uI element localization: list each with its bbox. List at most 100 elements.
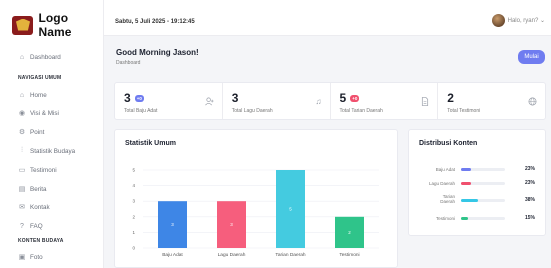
sidebar-item-label: Visi & Misi: [30, 109, 59, 117]
stats-row: 3 +0 Total Baju Adat 3 Total Lagu Daerah…: [114, 82, 546, 120]
home-icon: ⌂: [19, 91, 25, 99]
news-icon: ▤: [18, 186, 26, 193]
home-icon: ⌂: [19, 53, 25, 61]
chat-icon: ▭: [18, 167, 26, 174]
sidebar-item-testimoni[interactable]: ▭ Testimoni: [18, 166, 57, 175]
top-header: Sabtu, 5 Juli 2025 - 19:12:45 Halo, ryan…: [104, 0, 551, 36]
distribution-row: Lagu Daerah 23%: [409, 179, 545, 189]
y-tick-label: 2: [132, 214, 135, 219]
distribution-row: Baju Adat 23%: [409, 165, 545, 175]
distribution-percent: 38%: [524, 197, 535, 203]
user-greeting: Halo, ryan? ⌄: [507, 18, 545, 24]
bar-chart: 0123453Baju Adat3Lagu Daerah5Tarian Daer…: [132, 168, 379, 258]
sidebar-item-label: Dashboard: [30, 53, 61, 61]
sidebar-item-berita[interactable]: ▤ Berita: [18, 185, 47, 194]
stat-label: Total Testimoni: [447, 108, 481, 114]
stat-value: 3: [232, 91, 239, 105]
chart-icon: ⫶: [21, 147, 23, 154]
question-icon: ?: [20, 222, 24, 230]
page-title: Good Morning Jason!: [116, 48, 199, 57]
stat-value: 3 +0: [124, 91, 144, 105]
x-tick-label: Lagu Daerah: [218, 252, 246, 258]
distribusi-konten-card: Distribusi Konten Baju Adat 23% Lagu Dae…: [408, 129, 546, 236]
stat-value: 2: [447, 91, 454, 105]
logo-emblem-icon: [12, 15, 34, 35]
distribution-fill: [461, 217, 468, 220]
sidebar-item-faq[interactable]: ? FAQ: [18, 222, 43, 230]
user-menu[interactable]: Halo, ryan? ⌄: [491, 14, 545, 27]
distribution-fill: [461, 168, 472, 171]
stat-card-tarian-daerah: 5 +0 Total Tarian Daerah: [331, 83, 439, 119]
y-tick-label: 1: [132, 230, 135, 235]
sidebar-item-kontak[interactable]: ✉ Kontak: [18, 203, 50, 212]
distribution-label: Lagu Daerah: [428, 181, 455, 186]
stat-number: 3: [231, 91, 239, 105]
y-tick-label: 5: [132, 168, 135, 173]
statistik-umum-card: Statistik Umum 0 1 2 3 4 5 3 Baju Adat 3 Lagu Dae…: [114, 129, 398, 268]
mail-icon: ✉: [19, 204, 25, 211]
distribution-bar: [461, 168, 505, 171]
globe-icon: [528, 97, 537, 108]
sidebar-item-foto[interactable]: ▣ Foto: [18, 253, 43, 262]
distribution-fill: [461, 199, 478, 202]
user-plus-icon: [204, 97, 214, 108]
avatar: [491, 14, 505, 27]
stat-value: 5 +0: [340, 91, 360, 105]
breadcrumb: Dashboard: [116, 60, 141, 66]
music-icon: ♫: [315, 97, 322, 106]
stat-card-lagu-daerah: 3 Total Lagu Daerah ♫: [223, 83, 331, 119]
stat-badge: +0: [134, 94, 144, 102]
y-tick-label: 4: [132, 183, 135, 188]
section-navigasi-umum: NAVIGASI UMUM: [18, 75, 62, 81]
stat-number: 2: [447, 91, 454, 105]
stat-number: 3: [124, 91, 131, 105]
stat-label: Total Baju Adat: [124, 108, 158, 114]
logo[interactable]: Logo Name: [12, 11, 103, 39]
y-tick-label: 0: [132, 246, 135, 251]
sidebar-item-label: Foto: [30, 253, 43, 261]
sidebar: Logo Name ⌂ Dashboard NAVIGASI UMUM ⌂ Ho…: [0, 0, 104, 268]
stat-label: Total Lagu Daerah: [231, 108, 273, 114]
distribution-bar: [461, 199, 505, 202]
gear-icon: ⚙: [18, 129, 26, 136]
sidebar-item-label: Statistik Budaya: [30, 147, 76, 155]
sidebar-item-label: Kontak: [30, 203, 50, 211]
sidebar-item-visi-misi[interactable]: ◉ Visi & Misi: [18, 109, 59, 118]
sidebar-item-point[interactable]: ⚙ Point: [18, 128, 45, 137]
distribution-row: Testimoni 15%: [409, 214, 545, 224]
sidebar-item-label: Home: [30, 91, 47, 99]
sidebar-item-label: Testimoni: [30, 166, 57, 174]
sidebar-item-label: FAQ: [30, 222, 43, 230]
distribution-fill: [461, 182, 472, 185]
sidebar-item-statistik-budaya[interactable]: ⫶ Statistik Budaya: [18, 147, 75, 155]
distribution-label: Tarian Daerah: [440, 194, 455, 204]
logo-text: Logo Name: [38, 11, 72, 39]
distribution-bar: [461, 182, 505, 185]
stat-card-baju-adat: 3 +0 Total Baju Adat: [115, 83, 223, 119]
distribution-title: Distribusi Konten: [419, 140, 478, 147]
x-tick-label: Testimoni: [339, 252, 359, 258]
datetime-display: Sabtu, 5 Juli 2025 - 19:12:45: [115, 19, 195, 25]
stat-card-testimoni: 2 Total Testimoni: [438, 83, 545, 119]
stat-badge: +0: [350, 94, 360, 102]
distribution-percent: 23%: [524, 166, 535, 172]
sidebar-item-home[interactable]: ⌂ Home: [18, 91, 47, 99]
distribution-label: Baju Adat: [435, 167, 455, 172]
eye-icon: ◉: [18, 110, 26, 117]
distribution-label: Testimoni: [435, 216, 455, 221]
stat-number: 5: [339, 91, 347, 105]
x-tick-label: Tarian Daerah: [275, 252, 305, 258]
image-icon: ▣: [18, 254, 26, 261]
distribution-bar: [461, 217, 505, 220]
file-icon: [421, 97, 429, 108]
sidebar-item-label: Berita: [30, 185, 47, 193]
section-konten-budaya: KONTEN BUDAYA: [18, 238, 64, 244]
distribution-percent: 15%: [524, 215, 535, 221]
sidebar-item-dashboard[interactable]: ⌂ Dashboard: [18, 53, 61, 61]
distribution-row: Tarian Daerah 38%: [409, 194, 545, 206]
stat-label: Total Tarian Daerah: [339, 108, 383, 114]
y-tick-label: 3: [132, 199, 135, 204]
mulai-button[interactable]: Mulai: [518, 50, 545, 64]
distribution-percent: 23%: [524, 180, 535, 186]
sidebar-item-label: Point: [30, 128, 45, 136]
